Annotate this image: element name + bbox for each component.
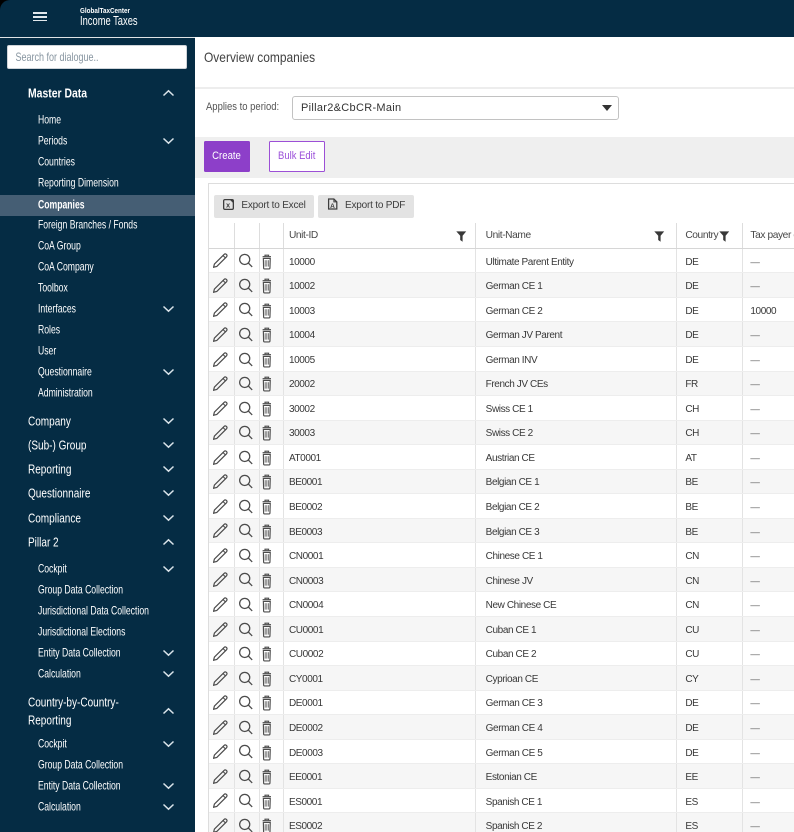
svg-text:A: A	[330, 203, 335, 210]
svg-text:x: x	[226, 201, 231, 210]
